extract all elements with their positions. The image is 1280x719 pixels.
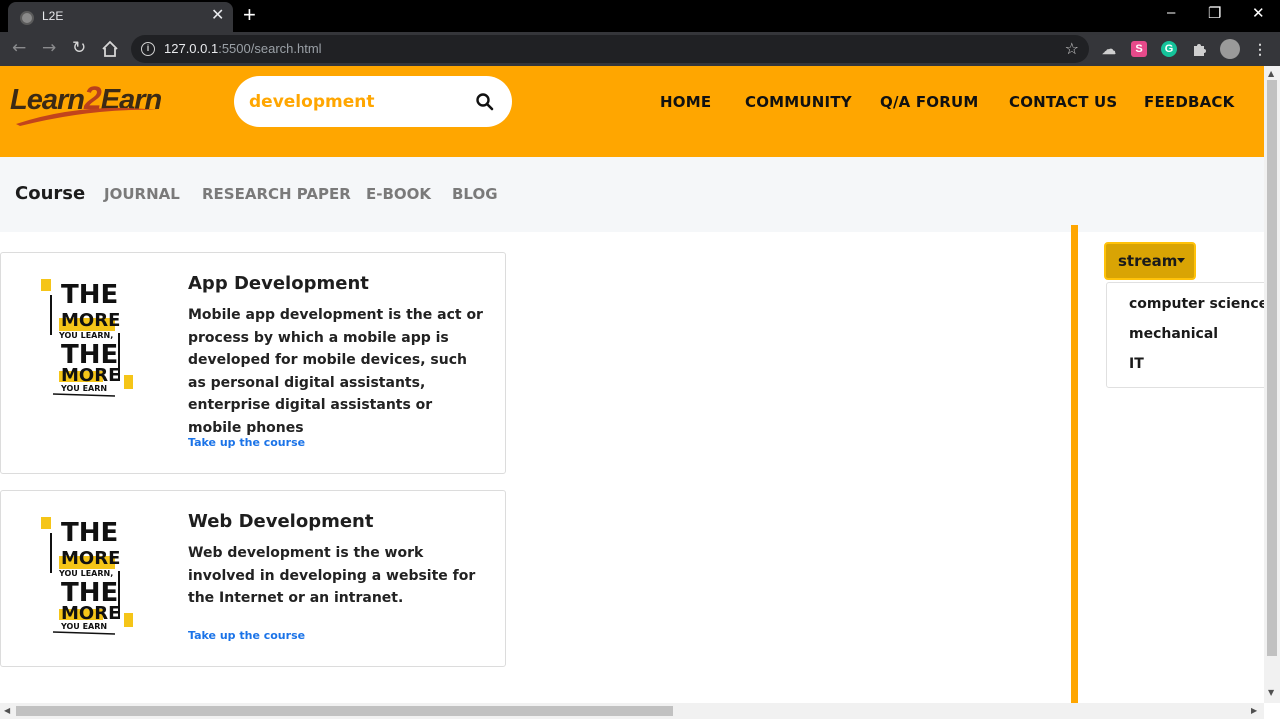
course-description: Mobile app development is the act or pro… bbox=[188, 307, 483, 436]
minimize-button[interactable]: – bbox=[1167, 4, 1175, 21]
poster-line-5: MORE bbox=[61, 603, 120, 624]
sidebar-divider bbox=[1071, 225, 1078, 703]
nav-home[interactable]: HOME bbox=[660, 93, 711, 111]
tab-close-icon[interactable]: ✕ bbox=[211, 7, 224, 25]
new-tab-button[interactable]: + bbox=[243, 4, 256, 26]
category-tabs: Course JOURNAL RESEARCH PAPER E-BOOK BLO… bbox=[0, 157, 1264, 232]
take-course-link[interactable]: Take up the course bbox=[188, 436, 305, 449]
stream-button-label: stream bbox=[1118, 252, 1178, 270]
horizontal-scroll-thumb[interactable] bbox=[16, 706, 673, 716]
horizontal-scrollbar[interactable]: ◀ ▶ bbox=[0, 703, 1264, 719]
scroll-down-icon[interactable]: ▼ bbox=[1268, 688, 1274, 697]
scroll-right-icon[interactable]: ▶ bbox=[1251, 706, 1257, 715]
vertical-scroll-thumb[interactable] bbox=[1267, 80, 1277, 656]
poster-line-2: MORE bbox=[61, 310, 120, 331]
course-card: THE MORE YOU LEARN, THE MORE YOU EARN Ap… bbox=[0, 252, 506, 474]
tab-course[interactable]: Course bbox=[15, 183, 85, 204]
browser-tab[interactable]: L2E ✕ bbox=[8, 2, 233, 32]
take-course-link[interactable]: Take up the course bbox=[188, 629, 305, 642]
star-icon[interactable]: ☆ bbox=[1065, 39, 1079, 58]
poster-line-1: THE bbox=[61, 518, 118, 548]
poster-line-2: MORE bbox=[61, 548, 120, 569]
site-header: Learn2Earn HOME COMMUNITY Q/A FORUM CONT… bbox=[0, 66, 1264, 157]
poster-line-6: YOU EARN bbox=[60, 622, 107, 631]
course-card: THE MORE YOU LEARN, THE MORE YOU EARN We… bbox=[0, 490, 506, 667]
course-title: Web Development bbox=[188, 511, 374, 532]
vertical-scrollbar[interactable]: ▲ ▼ bbox=[1264, 66, 1280, 703]
reload-icon[interactable]: ↻ bbox=[72, 38, 86, 58]
globe-icon bbox=[20, 11, 34, 25]
poster-line-3: YOU LEARN, bbox=[58, 569, 113, 578]
url-text: 127.0.0.1:5500/search.html bbox=[164, 41, 322, 56]
cloud-icon[interactable]: ☁ bbox=[1101, 41, 1117, 57]
url-host: 127.0.0.1 bbox=[164, 41, 219, 56]
nav-qa-forum[interactable]: Q/A FORUM bbox=[880, 93, 979, 111]
search-icon[interactable] bbox=[474, 91, 496, 113]
restore-button[interactable]: ❐ bbox=[1208, 4, 1221, 22]
stream-dropdown-button[interactable]: stream bbox=[1104, 242, 1196, 280]
tab-journal[interactable]: JOURNAL bbox=[104, 185, 180, 203]
course-title: App Development bbox=[188, 273, 369, 294]
tab-research-paper[interactable]: RESEARCH PAPER bbox=[202, 185, 351, 203]
caret-down-icon bbox=[1177, 258, 1185, 263]
address-bar[interactable]: i 127.0.0.1:5500/search.html ☆ bbox=[131, 35, 1089, 63]
stream-option-mechanical[interactable]: mechanical bbox=[1129, 326, 1218, 342]
info-icon[interactable]: i bbox=[141, 42, 155, 56]
nav-contact-us[interactable]: CONTACT US bbox=[1009, 93, 1117, 111]
scroll-up-icon[interactable]: ▲ bbox=[1268, 69, 1274, 78]
nav-feedback[interactable]: FEEDBACK bbox=[1144, 93, 1234, 111]
back-icon[interactable]: ← bbox=[12, 38, 26, 58]
home-icon[interactable] bbox=[101, 40, 119, 58]
search-input[interactable] bbox=[249, 90, 469, 114]
course-poster-image: THE MORE YOU LEARN, THE MORE YOU EARN bbox=[41, 279, 133, 397]
page-viewport: Learn2Earn HOME COMMUNITY Q/A FORUM CONT… bbox=[0, 66, 1264, 703]
poster-line-6: YOU EARN bbox=[60, 384, 107, 393]
poster-line-3: YOU LEARN, bbox=[58, 331, 113, 340]
grammarly-g-icon[interactable]: G bbox=[1161, 41, 1177, 57]
browser-toolbar: ← → ↻ i 127.0.0.1:5500/search.html ☆ ☁ S… bbox=[0, 32, 1280, 66]
browser-tab-bar: L2E ✕ + – ❐ ✕ bbox=[0, 0, 1280, 32]
stream-dropdown-menu: computer science mechanical IT bbox=[1106, 282, 1264, 388]
search-box bbox=[234, 76, 512, 127]
stream-option-it[interactable]: IT bbox=[1129, 356, 1144, 372]
stream-option-computer-science[interactable]: computer science bbox=[1129, 296, 1264, 312]
site-logo[interactable]: Learn2Earn bbox=[10, 80, 170, 130]
tab-title: L2E bbox=[42, 9, 64, 23]
poster-line-5: MORE bbox=[61, 365, 120, 386]
url-path: :5500/search.html bbox=[218, 41, 322, 56]
puzzle-icon[interactable] bbox=[1191, 41, 1207, 57]
nav-community[interactable]: COMMUNITY bbox=[745, 93, 852, 111]
scroll-left-icon[interactable]: ◀ bbox=[4, 706, 10, 715]
window-close-button[interactable]: ✕ bbox=[1252, 4, 1265, 22]
course-description: Web development is the work involved in … bbox=[188, 545, 476, 606]
poster-line-1: THE bbox=[61, 280, 118, 310]
course-poster-image: THE MORE YOU LEARN, THE MORE YOU EARN bbox=[41, 517, 133, 635]
tab-e-book[interactable]: E-BOOK bbox=[366, 185, 431, 203]
grammarly-s-icon[interactable]: S bbox=[1131, 41, 1147, 57]
logo-swoosh bbox=[16, 107, 158, 126]
forward-icon[interactable]: → bbox=[42, 38, 56, 58]
tab-blog[interactable]: BLOG bbox=[452, 185, 498, 203]
menu-dots-icon[interactable]: ⋮ bbox=[1252, 41, 1268, 57]
profile-avatar[interactable] bbox=[1220, 39, 1240, 59]
